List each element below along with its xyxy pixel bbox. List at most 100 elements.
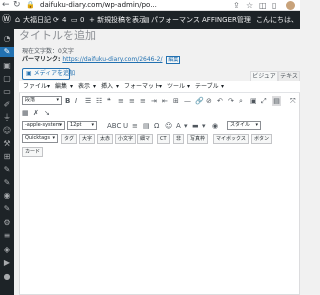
chevron-down-icon[interactable]: ▾ xyxy=(184,121,188,131)
menu-file[interactable]: ファイル xyxy=(23,81,47,93)
posts-icon[interactable]: ✎ xyxy=(0,47,14,57)
quick-button-button[interactable]: ボタン xyxy=(251,134,273,144)
chevron-down-icon[interactable]: ▾ xyxy=(202,121,206,131)
unlink-icon[interactable]: ⊘ xyxy=(206,96,212,106)
play-icon[interactable]: ▶ xyxy=(2,258,12,268)
redo-icon[interactable]: ↷ xyxy=(228,96,234,106)
strikethrough-icon[interactable]: ABC xyxy=(107,121,121,131)
media-icon[interactable]: ▣ xyxy=(2,61,12,71)
paste-icon[interactable]: ▦ xyxy=(22,108,29,118)
comments-icon[interactable]: ▭ xyxy=(71,11,78,29)
view-post-link[interactable]: 投稿を表示 xyxy=(111,11,146,29)
sliders-icon[interactable]: ≡ xyxy=(2,231,12,241)
permalink-edit-button[interactable]: 編集 xyxy=(166,56,181,64)
link-icon[interactable]: 🔗 xyxy=(195,96,204,106)
reload-icon[interactable]: ↻ xyxy=(13,0,21,11)
font-size-select[interactable]: 12pt ▾ xyxy=(67,121,97,130)
format-select[interactable]: 段落 ▾ xyxy=(22,96,62,105)
text-color-icon[interactable]: A xyxy=(176,121,181,131)
sidepanel-icon[interactable]: ▯ xyxy=(272,1,276,10)
toolbar-toggle-icon[interactable]: ▤ xyxy=(272,96,281,106)
quick-button-card[interactable]: カード xyxy=(22,147,44,157)
fullscreen-icon[interactable]: ⤢ xyxy=(261,96,267,106)
special-char-icon[interactable]: ↘ xyxy=(44,108,50,118)
pages-icon[interactable]: ▢ xyxy=(2,74,12,84)
share-icon[interactable]: ⇪ xyxy=(233,1,240,10)
menu-edit[interactable]: 編集 xyxy=(55,81,67,93)
tab-visual[interactable]: ビジュアル xyxy=(250,71,278,90)
site-name-link[interactable]: 大福日記 xyxy=(23,11,51,29)
back-icon[interactable]: ← xyxy=(2,0,10,11)
align-right-icon[interactable]: ≡ xyxy=(140,96,146,106)
bullet-list-icon[interactable]: ☰ xyxy=(85,96,91,106)
underline-icon[interactable]: U xyxy=(123,121,128,131)
table-icon[interactable]: ⊞ xyxy=(173,96,179,106)
search-icon[interactable]: ⌕ xyxy=(239,96,243,106)
emoticon-icon[interactable]: ☺ xyxy=(165,121,172,131)
circle-icon[interactable]: ● xyxy=(2,272,12,282)
tools-icon[interactable]: ⚒ xyxy=(2,139,12,149)
dot-icon[interactable]: ◉ xyxy=(212,121,218,131)
align-left-icon[interactable]: ≡ xyxy=(118,96,124,106)
post-title-input[interactable]: タイトルを追加 xyxy=(19,29,300,43)
italic-icon[interactable]: I xyxy=(75,96,77,106)
star-icon[interactable]: ☆ xyxy=(246,1,253,10)
dashboard-icon[interactable]: ◔ xyxy=(2,34,12,44)
menu-insert[interactable]: 挿入 xyxy=(101,81,113,93)
quick-button-hide[interactable]: 非 xyxy=(173,134,185,144)
extension-icon[interactable]: ◫ xyxy=(259,1,267,10)
blockquote-icon[interactable]: ❝ xyxy=(107,96,111,106)
quicktags-select[interactable]: Quicktags ▾ xyxy=(22,134,58,143)
menu-tools[interactable]: ツール xyxy=(167,81,185,93)
quick-button-my-box[interactable]: マイボックス xyxy=(213,134,249,144)
media-insert-icon[interactable]: ▣ xyxy=(250,96,257,106)
quick-button-thin-marker[interactable]: 細マ xyxy=(137,134,154,144)
font-family-select[interactable]: -apple-system ▾ xyxy=(22,121,65,130)
quick-button-photo-frame[interactable]: 写真枠 xyxy=(187,134,209,144)
quick-button-large[interactable]: 大字 xyxy=(79,134,96,144)
add-media-button[interactable]: ▣ メディアを追加 xyxy=(22,68,75,80)
pen-icon[interactable]: ✎ xyxy=(2,165,12,175)
clipboard-icon[interactable]: ▤ xyxy=(143,121,150,131)
comments-menu-icon[interactable]: ▭ xyxy=(2,87,12,97)
bold-icon[interactable]: B xyxy=(65,96,70,106)
quick-button-tag[interactable]: タグ xyxy=(61,134,78,144)
style-select[interactable]: スタイル ▾ xyxy=(227,121,261,130)
lock-icon[interactable]: 🔒 xyxy=(26,0,35,11)
settings-icon[interactable]: ⊞ xyxy=(2,152,12,162)
address-bar[interactable]: daifuku-diary.com/wp-admin/po... xyxy=(40,0,157,11)
omega-icon[interactable]: Ω xyxy=(154,121,159,131)
profile-avatar[interactable] xyxy=(286,1,295,10)
indent-icon[interactable]: ⇥ xyxy=(151,96,157,106)
quick-button-small[interactable]: 小文字 xyxy=(115,134,137,144)
numbered-list-icon[interactable]: ☷ xyxy=(96,96,102,106)
affinger-link[interactable]: AFFINGER管理 xyxy=(202,11,251,29)
menu-table[interactable]: テーブル xyxy=(195,81,219,93)
bubble-icon[interactable]: ◉ xyxy=(2,191,12,201)
quick-button-ct[interactable]: CT xyxy=(157,134,170,144)
hr-icon[interactable]: — xyxy=(184,96,191,106)
undo-icon[interactable]: ↶ xyxy=(217,96,223,106)
align-justify-icon[interactable]: ≡ xyxy=(132,121,138,131)
quick-button-bold-red[interactable]: 太赤 xyxy=(97,134,114,144)
edit-icon[interactable]: ✎ xyxy=(2,204,12,214)
tab-text[interactable]: テキスト xyxy=(278,71,300,90)
align-center-icon[interactable]: ≡ xyxy=(129,96,135,106)
brush-icon[interactable]: ✎ xyxy=(2,178,12,188)
menu-format[interactable]: フォーマット xyxy=(124,81,160,93)
permalink-url[interactable]: https://daifuku-diary.com/2646-2/ xyxy=(62,56,162,63)
new-menu[interactable]: + 新規 xyxy=(89,11,111,29)
performance-link[interactable]: パフォーマンス xyxy=(151,11,200,29)
bg-color-icon[interactable]: ▬ xyxy=(192,121,199,131)
distraction-free-icon[interactable]: ⤧ xyxy=(290,96,296,106)
shield-icon[interactable]: ◈ xyxy=(2,245,12,255)
wordpress-logo-icon[interactable]: Ⓦ xyxy=(2,11,11,29)
plugins-icon[interactable]: ⏚ xyxy=(2,113,12,123)
clear-format-icon[interactable]: ✗ xyxy=(33,108,39,118)
greeting-text[interactable]: こんにちは、 xyxy=(256,11,298,29)
outdent-icon[interactable]: ⇤ xyxy=(162,96,168,106)
appearance-icon[interactable]: ✐ xyxy=(2,100,12,110)
users-icon[interactable]: ☺ xyxy=(2,126,12,136)
updates-icon[interactable]: ⟳ xyxy=(53,11,59,29)
gear-icon[interactable]: ⚙ xyxy=(2,218,12,228)
